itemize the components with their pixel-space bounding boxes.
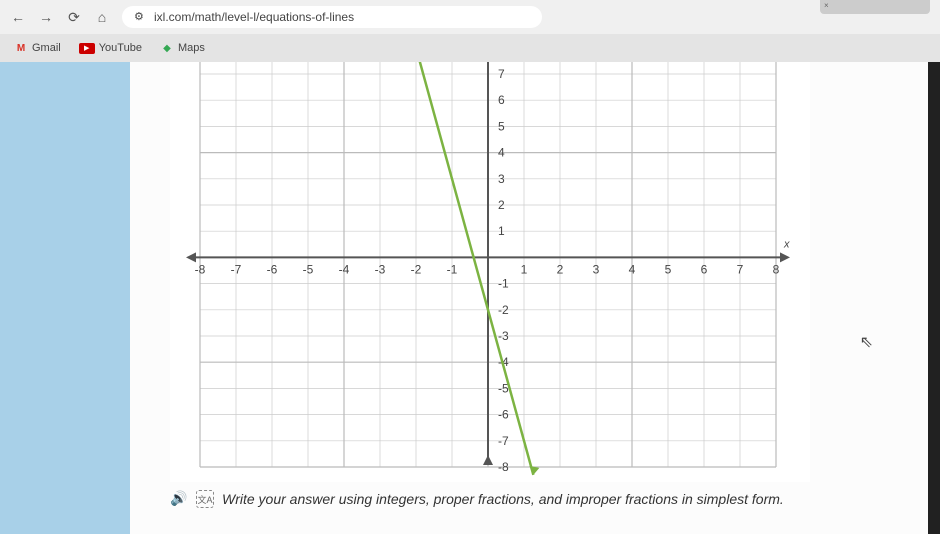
question-prompt: 🔊 文A Write your answer using integers, p… xyxy=(170,490,908,508)
svg-text:5: 5 xyxy=(665,262,672,276)
svg-text:7: 7 xyxy=(737,262,744,276)
bookmarks-bar: M Gmail ▶ YouTube ◆ Maps xyxy=(0,34,940,62)
youtube-icon: ▶ xyxy=(79,43,95,54)
svg-text:-2: -2 xyxy=(411,262,422,276)
svg-text:-1: -1 xyxy=(447,262,458,276)
svg-text:x: x xyxy=(783,238,790,250)
url-text: ixl.com/math/level-l/equations-of-lines xyxy=(154,10,354,24)
svg-text:4: 4 xyxy=(629,262,636,276)
svg-text:1: 1 xyxy=(498,224,505,238)
reload-button[interactable]: ⟳ xyxy=(66,9,82,25)
svg-text:6: 6 xyxy=(498,93,505,107)
svg-text:3: 3 xyxy=(498,172,505,186)
svg-text:-3: -3 xyxy=(375,262,386,276)
svg-text:7: 7 xyxy=(498,67,505,81)
tab-fragment[interactable]: × xyxy=(820,0,930,14)
svg-text:-8: -8 xyxy=(195,262,206,276)
prompt-text: Write your answer using integers, proper… xyxy=(222,491,784,507)
svg-text:-6: -6 xyxy=(267,262,278,276)
svg-text:-8: -8 xyxy=(498,460,509,474)
main-content: x-8-7-6-5-4-3-2-112345678-8-7-6-5-4-3-2-… xyxy=(130,62,928,534)
svg-text:3: 3 xyxy=(593,262,600,276)
svg-text:-5: -5 xyxy=(303,262,314,276)
back-button[interactable]: ← xyxy=(10,9,26,25)
svg-text:2: 2 xyxy=(498,198,505,212)
bookmark-gmail[interactable]: M Gmail xyxy=(14,41,61,55)
browser-nav-bar: ← → ⟳ ⌂ ⚙ ixl.com/math/level-l/equations… xyxy=(0,0,940,34)
audio-icon[interactable]: 🔊 xyxy=(170,490,188,508)
translate-icon[interactable]: 文A xyxy=(196,490,214,508)
svg-text:-7: -7 xyxy=(498,434,509,448)
home-button[interactable]: ⌂ xyxy=(94,9,110,25)
svg-text:2: 2 xyxy=(557,262,564,276)
maps-icon: ◆ xyxy=(160,41,174,55)
bookmark-label: YouTube xyxy=(99,42,142,54)
svg-text:-6: -6 xyxy=(498,408,509,422)
gmail-icon: M xyxy=(14,41,28,55)
site-settings-icon[interactable]: ⚙ xyxy=(134,10,148,24)
left-sidebar xyxy=(0,62,130,534)
mouse-cursor-icon: ⇖ xyxy=(860,332,873,352)
right-edge xyxy=(928,62,940,534)
svg-text:-3: -3 xyxy=(498,329,509,343)
svg-text:-2: -2 xyxy=(498,303,509,317)
bookmark-maps[interactable]: ◆ Maps xyxy=(160,41,205,55)
svg-text:-7: -7 xyxy=(231,262,242,276)
svg-text:4: 4 xyxy=(498,146,505,160)
svg-text:6: 6 xyxy=(701,262,708,276)
svg-text:8: 8 xyxy=(773,262,780,276)
svg-text:-4: -4 xyxy=(339,262,350,276)
svg-text:-1: -1 xyxy=(498,277,509,291)
svg-text:5: 5 xyxy=(498,119,505,133)
svg-text:1: 1 xyxy=(521,262,528,276)
bookmark-label: Maps xyxy=(178,42,205,54)
coordinate-graph[interactable]: x-8-7-6-5-4-3-2-112345678-8-7-6-5-4-3-2-… xyxy=(170,62,810,482)
bookmark-youtube[interactable]: ▶ YouTube xyxy=(79,42,142,54)
bookmark-label: Gmail xyxy=(32,42,61,54)
forward-button[interactable]: → xyxy=(38,9,54,25)
url-bar[interactable]: ⚙ ixl.com/math/level-l/equations-of-line… xyxy=(122,6,542,28)
